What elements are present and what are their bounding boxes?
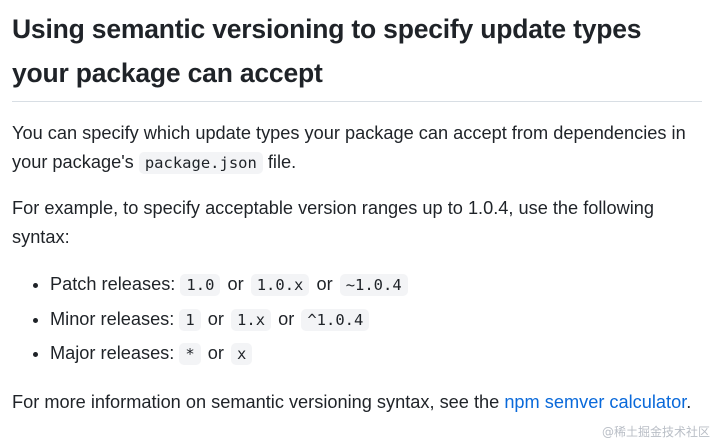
paragraph-text: You can specify which update types your …: [12, 123, 686, 172]
paragraph-text: .: [686, 391, 692, 412]
or-separator: or: [207, 308, 224, 329]
inline-code: 1.x: [231, 308, 272, 331]
or-separator: or: [316, 274, 333, 294]
list-item-label: Major releases:: [50, 343, 180, 363]
inline-code: ^1.0.4: [301, 308, 370, 331]
section-heading: Using semantic versioning to specify upd…: [12, 14, 642, 88]
watermark: @稀土掘金技术社区: [601, 425, 710, 439]
paragraph-update-types: You can specify which update types your …: [12, 119, 702, 177]
inline-code: ~1.0.4: [339, 274, 408, 296]
list-item-patch: Patch releases: 1.0 or 1.0.x or ~1.0.4: [50, 268, 702, 303]
paragraph-text: For more information on semantic version…: [12, 391, 505, 412]
npm-semver-calculator-link[interactable]: npm semver calculator: [504, 392, 686, 412]
inline-code-package-json: package.json: [138, 151, 263, 174]
list-item-minor: Minor releases: 1 or 1.x or ^1.0.4: [50, 303, 702, 338]
inline-code: *: [179, 343, 201, 365]
document-body: Using semantic versioning to specify upd…: [12, 0, 702, 416]
paragraph-example: For example, to specify acceptable versi…: [12, 198, 654, 247]
or-separator: or: [227, 274, 244, 294]
heading-divider: [12, 101, 702, 102]
inline-code: 1: [179, 308, 201, 331]
inline-code: x: [231, 343, 253, 365]
list-item-label: Patch releases:: [50, 274, 181, 294]
or-separator: or: [278, 308, 295, 329]
inline-code: 1.0: [180, 274, 221, 296]
or-separator: or: [207, 343, 224, 363]
list-item-major: Major releases: * or x: [50, 337, 702, 372]
release-types-list: Patch releases: 1.0 or 1.0.x or ~1.0.4 M…: [12, 268, 702, 372]
list-item-label: Minor releases:: [50, 308, 180, 329]
inline-code: 1.0.x: [250, 274, 310, 296]
paragraph-more-info: For more information on semantic version…: [12, 388, 702, 417]
paragraph-text: file.: [262, 151, 297, 172]
